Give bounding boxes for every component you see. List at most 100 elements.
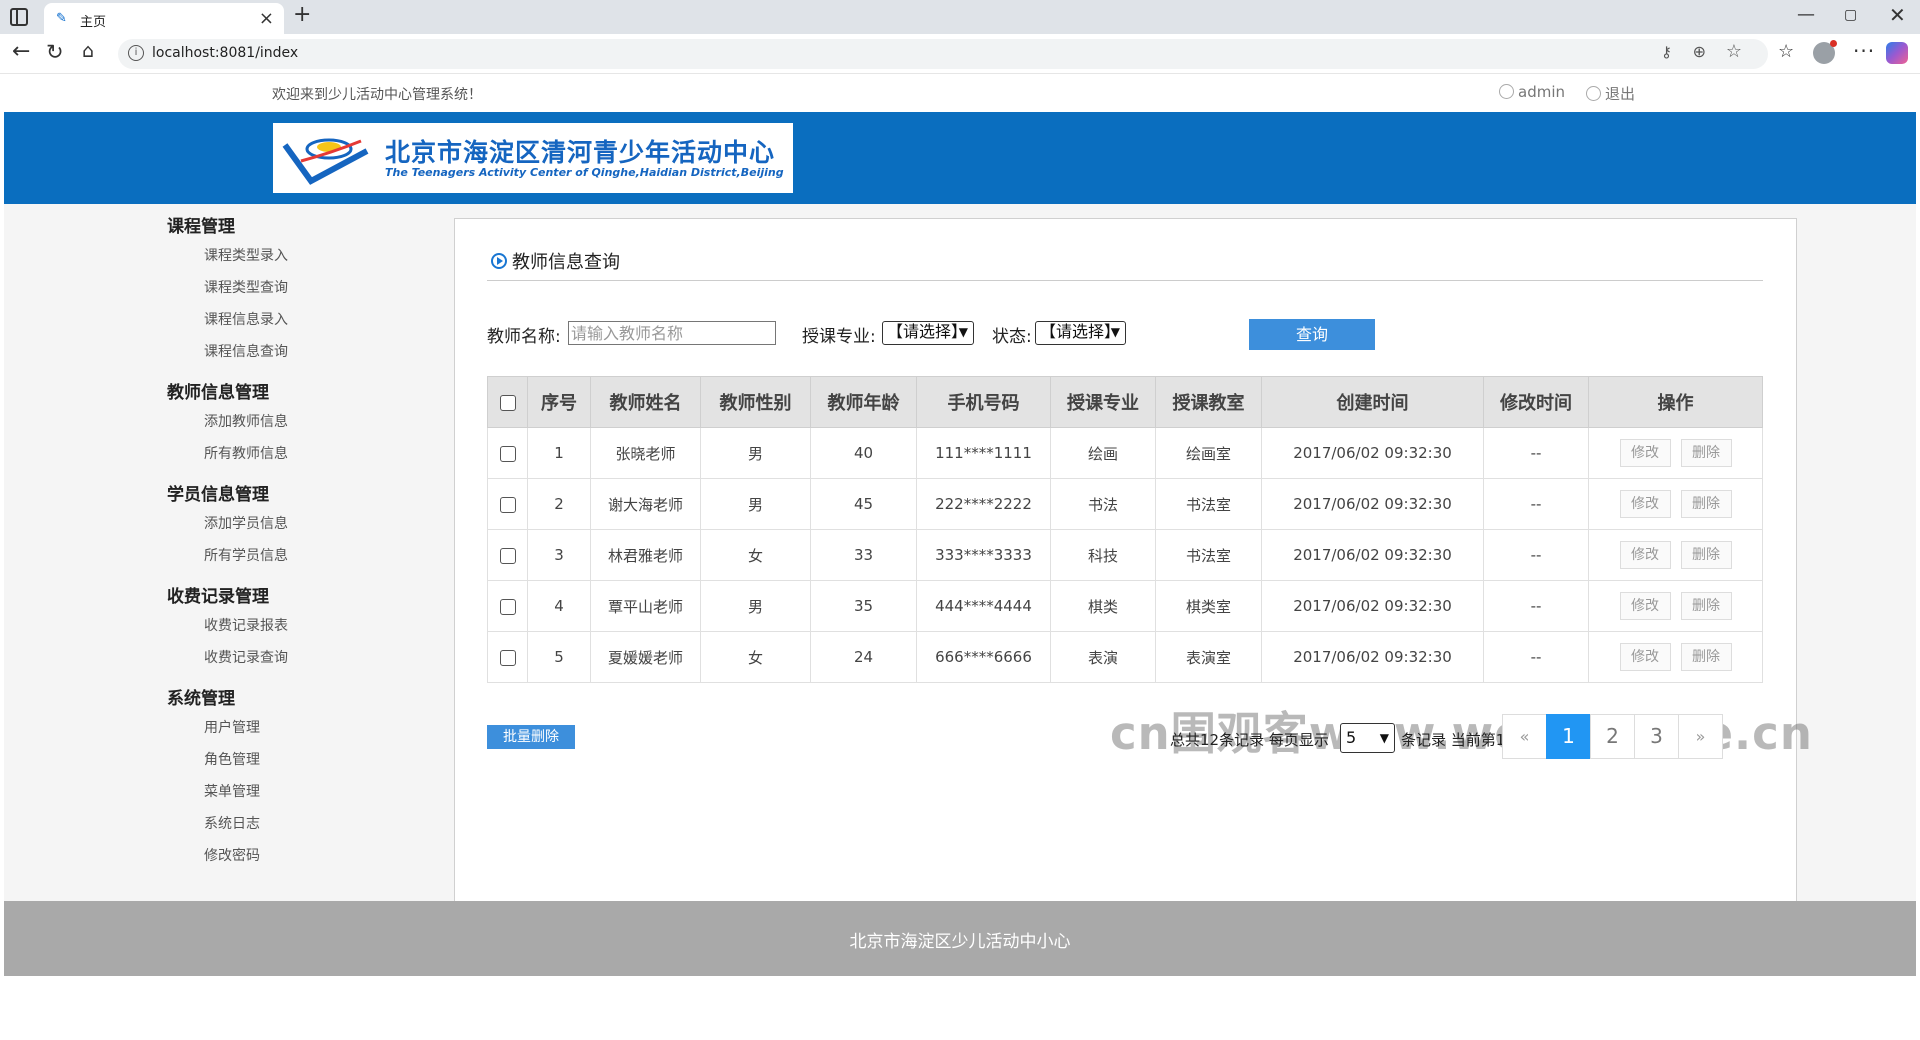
sidebar-item-roles[interactable]: 角色管理 <box>204 749 260 769</box>
delete-button[interactable]: 删除 <box>1680 490 1732 518</box>
page-size-select[interactable]: 5 ▼ <box>1340 723 1395 753</box>
edit-button[interactable]: 修改 <box>1619 643 1671 671</box>
row-checkbox[interactable] <box>499 496 516 513</box>
main-panel: 教师信息查询 教师名称: 授课专业: 【请选择】 ▼ 状态: 【请选择】 ▼ 查… <box>454 218 1812 901</box>
sidebar-group-system[interactable]: 系统管理 <box>167 684 235 709</box>
cell-index: 1 <box>527 427 591 479</box>
sidebar-item-logs[interactable]: 系统日志 <box>204 813 260 833</box>
browser-toolbar: ← ↻ ⌂ i localhost:8081/index ⚷ ⊕ ☆ ☆ ··· <box>0 34 1920 74</box>
batch-delete-button[interactable]: 批量删除 <box>487 725 575 749</box>
chevron-down-icon: ▼ <box>958 325 968 339</box>
sidebar-group-teacher[interactable]: 教师信息管理 <box>167 378 269 403</box>
bookmark-star-icon[interactable]: ☆ <box>1726 41 1742 62</box>
row-checkbox[interactable] <box>499 598 516 615</box>
sidebar-item-users[interactable]: 用户管理 <box>204 717 260 737</box>
minimize-icon[interactable]: — <box>1797 4 1815 25</box>
copilot-icon[interactable] <box>1886 42 1908 64</box>
select-all-checkbox[interactable] <box>499 394 516 411</box>
sidebar-item-teacher-all[interactable]: 所有教师信息 <box>204 443 288 463</box>
col-header: 授课教室 <box>1155 376 1262 428</box>
page-button-2[interactable]: 2 <box>1590 714 1635 759</box>
major-select-value: 【请选择】 <box>887 322 968 341</box>
sidebar-group-course[interactable]: 课程管理 <box>167 212 235 237</box>
edit-button[interactable]: 修改 <box>1619 439 1671 467</box>
cell-gender: 男 <box>700 580 811 632</box>
delete-button[interactable]: 删除 <box>1680 439 1732 467</box>
address-bar[interactable]: i localhost:8081/index ⚷ ⊕ ☆ <box>118 39 1768 69</box>
maximize-icon[interactable]: ▢ <box>1844 7 1857 23</box>
row-checkbox[interactable] <box>499 649 516 666</box>
sidebar-item-course-type-add[interactable]: 课程类型录入 <box>204 245 288 265</box>
sidebar-item-course-info-add[interactable]: 课程信息录入 <box>204 309 288 329</box>
teacher-name-label: 教师名称: <box>487 327 561 347</box>
next-page-button[interactable]: » <box>1678 714 1723 759</box>
sidebar-item-fee-query[interactable]: 收费记录查询 <box>204 647 288 667</box>
cell-index: 3 <box>527 529 591 581</box>
delete-button[interactable]: 删除 <box>1680 541 1732 569</box>
cell-gender: 女 <box>700 529 811 581</box>
user-icon <box>1499 84 1514 99</box>
sidebar-item-course-type-query[interactable]: 课程类型查询 <box>204 277 288 297</box>
cell-index: 5 <box>527 631 591 683</box>
power-icon <box>1586 86 1601 101</box>
row-checkbox[interactable] <box>499 445 516 462</box>
edit-button[interactable]: 修改 <box>1619 490 1671 518</box>
page-button-1[interactable]: 1 <box>1546 714 1591 759</box>
content-area: 课程管理 课程类型录入 课程类型查询 课程信息录入 课程信息查询 教师信息管理 … <box>4 204 1916 901</box>
table-row: 2 谢大海老师 男 45 222****2222 书法 书法室 2017/06/… <box>487 478 1763 530</box>
zoom-icon[interactable]: ⊕ <box>1693 42 1706 61</box>
col-header: 创建时间 <box>1261 376 1484 428</box>
page-topbar: 欢迎来到少儿活动中心管理系统！ admin 退出 <box>4 74 1916 112</box>
sidebar-item-fee-report[interactable]: 收费记录报表 <box>204 615 288 635</box>
site-info-icon[interactable]: i <box>128 45 144 61</box>
row-select <box>487 631 528 683</box>
tab-close-icon[interactable]: × <box>259 8 274 29</box>
footer-text: 北京市海淀区少儿活动中小心 <box>849 932 1071 952</box>
cell-index: 2 <box>527 478 591 530</box>
query-button[interactable]: 查询 <box>1249 319 1375 350</box>
page-button-3[interactable]: 3 <box>1634 714 1679 759</box>
page-size-value: 5 <box>1346 728 1357 747</box>
back-arrow-icon[interactable]: ← <box>12 39 30 64</box>
prev-page-button[interactable]: « <box>1502 714 1547 759</box>
chevron-down-icon: ▼ <box>1379 731 1389 745</box>
new-tab-icon[interactable]: + <box>293 2 311 27</box>
sidebar-toggle-icon[interactable] <box>10 8 28 26</box>
sidebar-item-teacher-add[interactable]: 添加教师信息 <box>204 411 288 431</box>
sidebar-group-student[interactable]: 学员信息管理 <box>167 480 269 505</box>
profile-avatar[interactable] <box>1813 40 1837 64</box>
cell-classroom: 书法室 <box>1155 529 1262 581</box>
delete-button[interactable]: 删除 <box>1680 643 1732 671</box>
row-select <box>487 529 528 581</box>
logout-link[interactable]: 退出 <box>1586 83 1635 104</box>
edit-button[interactable]: 修改 <box>1619 592 1671 620</box>
sidebar-item-course-info-query[interactable]: 课程信息查询 <box>204 341 288 361</box>
sidebar-item-student-all[interactable]: 所有学员信息 <box>204 545 288 565</box>
user-link[interactable]: admin <box>1499 83 1565 101</box>
row-checkbox[interactable] <box>499 547 516 564</box>
cell-modified: -- <box>1483 427 1589 479</box>
sidebar-item-menus[interactable]: 菜单管理 <box>204 781 260 801</box>
cell-actions: 修改 删除 <box>1588 631 1763 683</box>
major-select[interactable]: 【请选择】 ▼ <box>882 321 974 345</box>
status-select[interactable]: 【请选择】 ▼ <box>1035 321 1126 345</box>
sidebar-item-student-add[interactable]: 添加学员信息 <box>204 513 288 533</box>
reload-icon[interactable]: ↻ <box>46 40 64 64</box>
cell-gender: 女 <box>700 631 811 683</box>
browser-tab[interactable]: ✎ 主页 × <box>44 3 284 34</box>
password-key-icon[interactable]: ⚷ <box>1661 43 1672 61</box>
favorites-icon[interactable]: ☆ <box>1778 41 1794 62</box>
teacher-name-input[interactable] <box>568 321 776 345</box>
status-select-value: 【请选择】 <box>1040 322 1121 341</box>
sidebar-group-fee[interactable]: 收费记录管理 <box>167 582 269 607</box>
more-menu-icon[interactable]: ··· <box>1853 39 1875 63</box>
window-close-icon[interactable]: ✕ <box>1889 3 1906 27</box>
sidebar-item-change-password[interactable]: 修改密码 <box>204 845 260 865</box>
user-name: admin <box>1518 83 1565 101</box>
home-icon[interactable]: ⌂ <box>82 40 94 62</box>
row-select <box>487 478 528 530</box>
edit-button[interactable]: 修改 <box>1619 541 1671 569</box>
url-text[interactable]: localhost:8081/index <box>152 45 298 61</box>
tab-title: 主页 <box>80 15 107 30</box>
delete-button[interactable]: 删除 <box>1680 592 1732 620</box>
